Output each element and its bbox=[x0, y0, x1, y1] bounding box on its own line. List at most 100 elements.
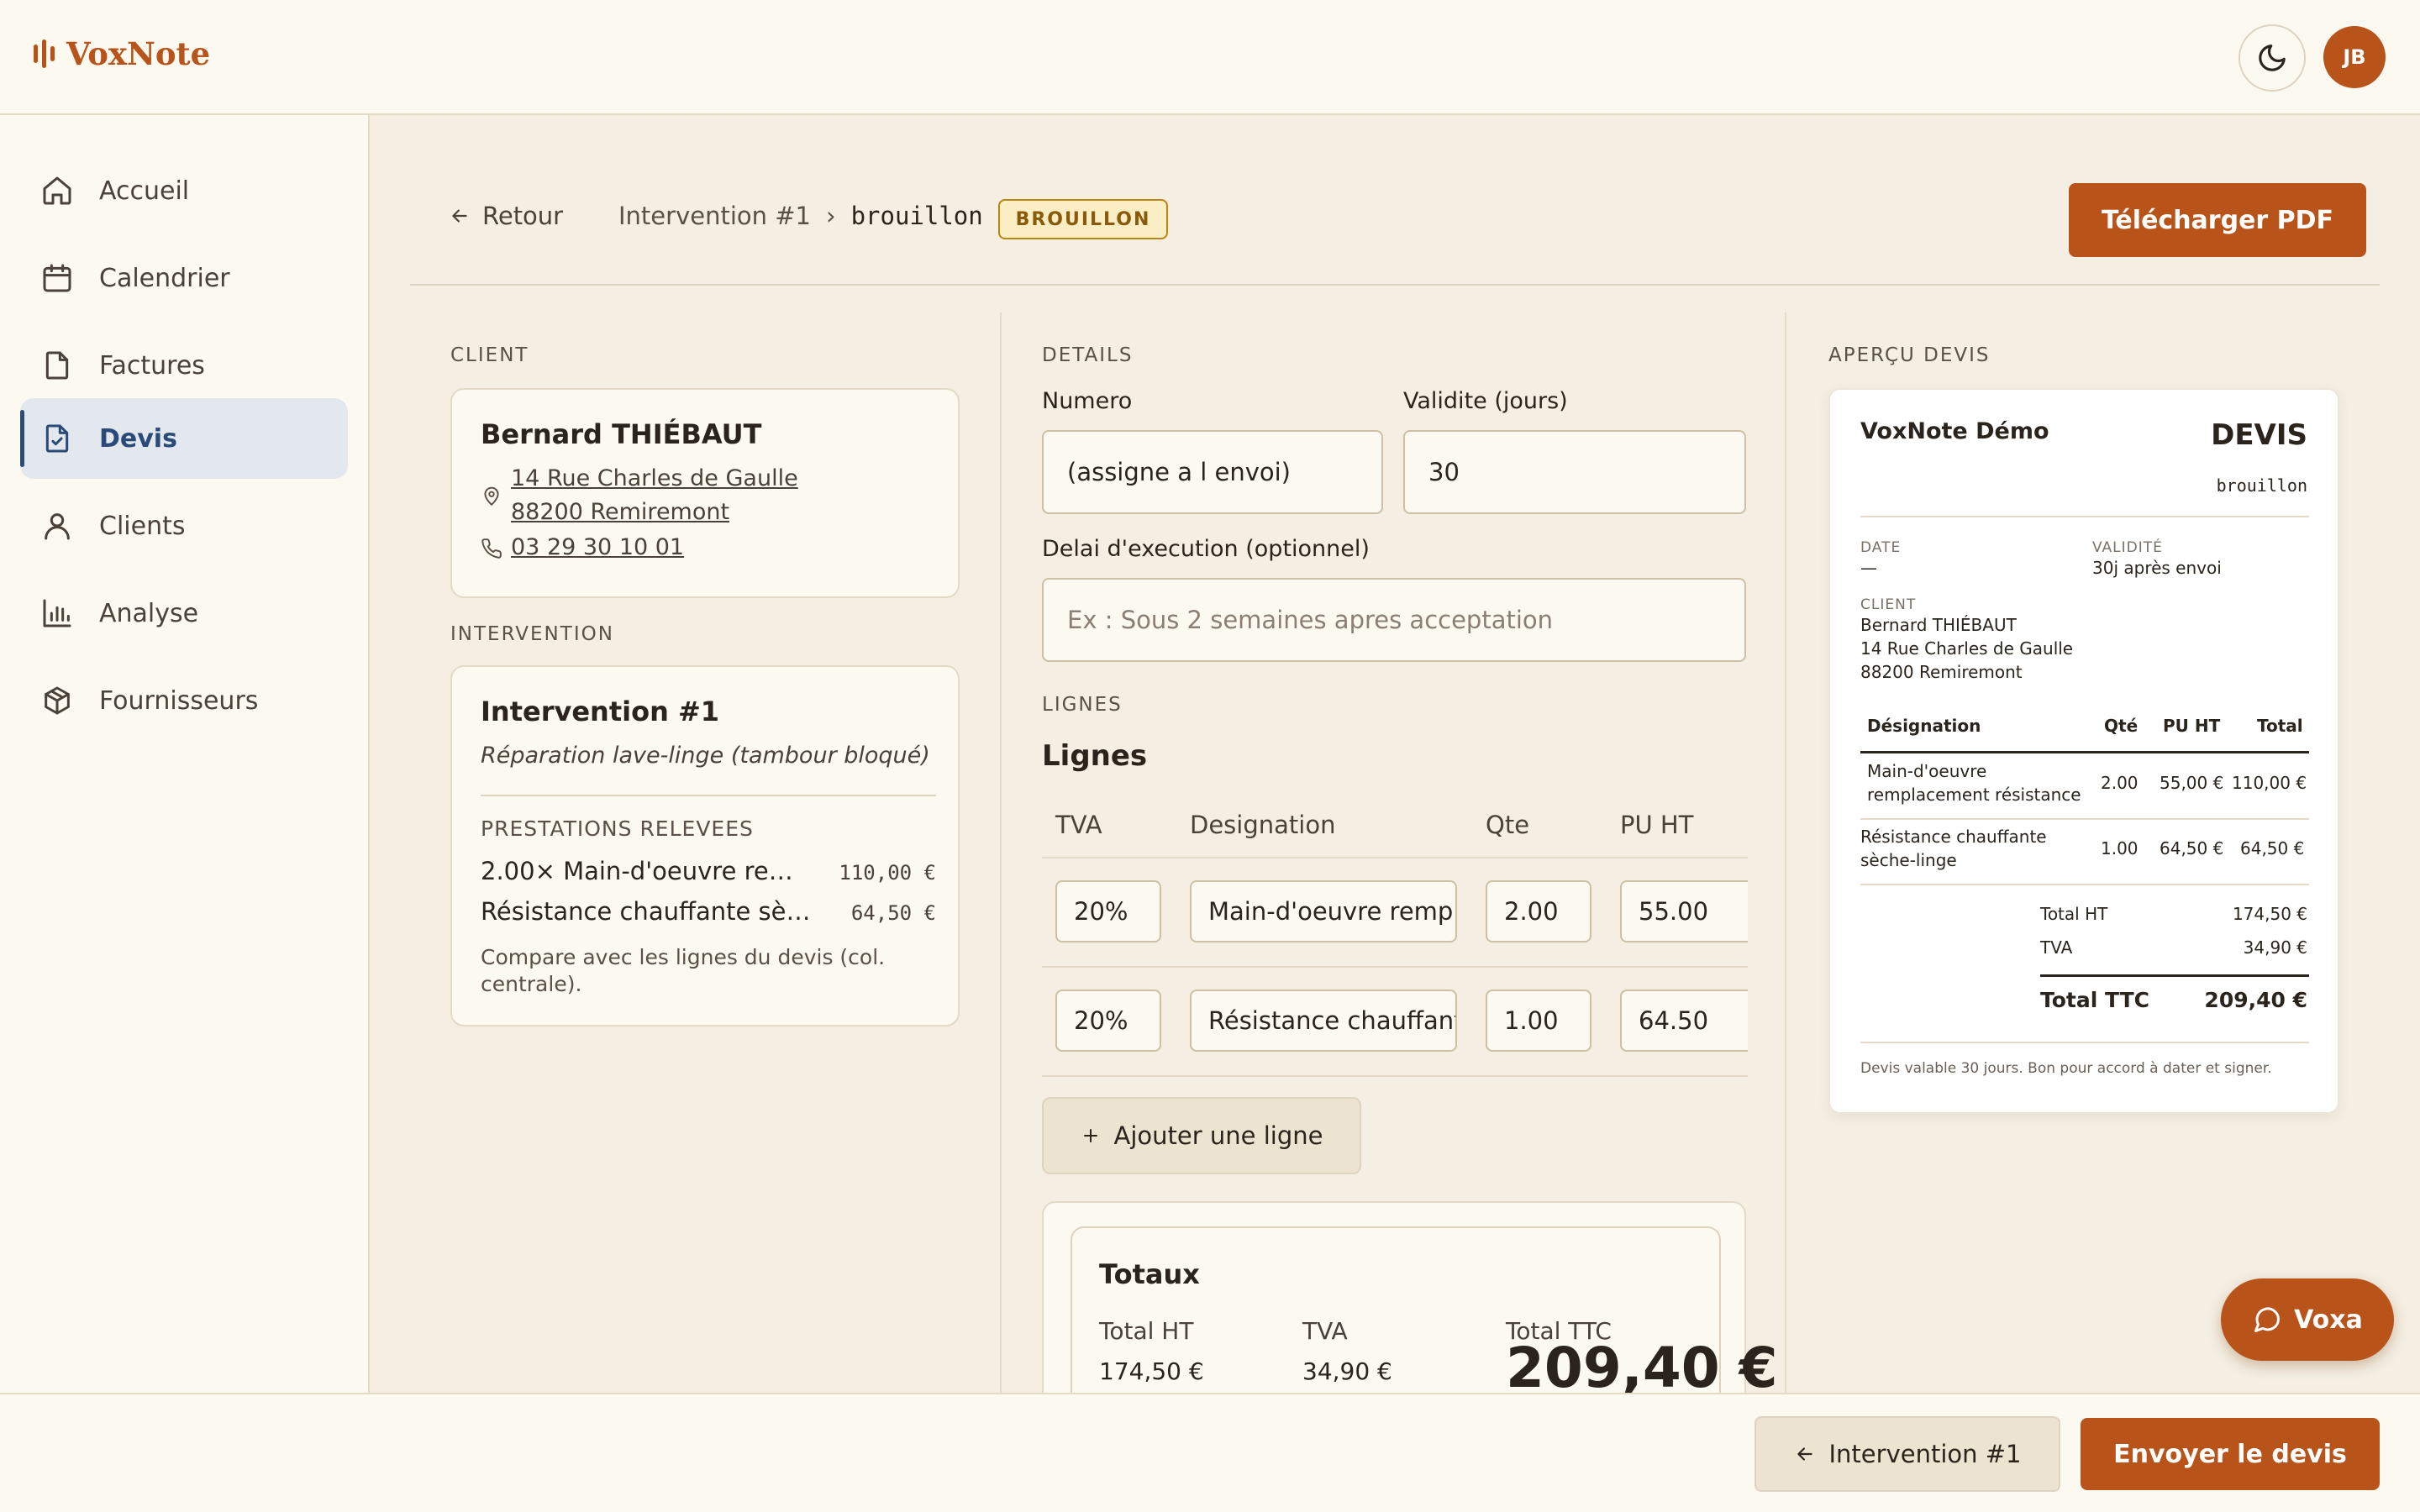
preview-client-address1: 14 Rue Charles de Gaulle bbox=[1860, 638, 2074, 659]
line-tva-select[interactable]: 20% bbox=[1055, 990, 1161, 1052]
line-pu-input[interactable]: 64.50 bbox=[1620, 990, 1748, 1052]
status-badge: BROUILLON bbox=[998, 199, 1168, 239]
sidebar: Accueil Calendrier Factures Devis Client… bbox=[0, 115, 370, 1394]
client-phone[interactable]: 03 29 30 10 01 bbox=[511, 534, 684, 560]
download-pdf-button[interactable]: Télécharger PDF bbox=[2069, 183, 2366, 257]
add-line-label: Ajouter une ligne bbox=[1113, 1121, 1323, 1150]
preview-total-ht-label: Total HT bbox=[2040, 904, 2108, 924]
column-header-tva: TVA bbox=[1055, 811, 1102, 839]
numero-field[interactable]: (assigne a l envoi) bbox=[1042, 430, 1383, 514]
preview-total-ht-value: 174,50 € bbox=[2232, 904, 2307, 924]
send-quote-button[interactable]: Envoyer le devis bbox=[2081, 1418, 2380, 1490]
sidebar-item-devis[interactable]: Devis bbox=[20, 398, 348, 479]
row-divider bbox=[1042, 966, 1748, 968]
preview-th-pu: PU HT bbox=[2163, 716, 2221, 736]
preview-status: brouillon bbox=[2216, 475, 2307, 496]
arrow-left-icon bbox=[1797, 1447, 1812, 1461]
plus-icon bbox=[1083, 1129, 1097, 1142]
row-divider bbox=[1042, 857, 1748, 858]
preview-row-designation-1: Main-d'oeuvre bbox=[1867, 761, 1987, 781]
chat-bubble-icon bbox=[2254, 1307, 2281, 1332]
arrow-left-icon bbox=[452, 209, 467, 223]
delai-field[interactable]: Ex : Sous 2 semaines apres acceptation bbox=[1042, 578, 1746, 662]
sidebar-item-accueil[interactable]: Accueil bbox=[20, 150, 348, 231]
line-qte-input[interactable]: 2.00 bbox=[1486, 880, 1591, 942]
intervention-section-label: INTERVENTION bbox=[450, 623, 614, 645]
validite-field[interactable]: 30 bbox=[1403, 430, 1746, 514]
preview-company: VoxNote Démo bbox=[1860, 418, 2049, 444]
sidebar-item-analyse[interactable]: Analyse bbox=[20, 573, 348, 654]
quote-preview: VoxNote Démo DEVIS brouillon DATE — VALI… bbox=[1828, 388, 2339, 1114]
intervention-title: Intervention #1 bbox=[481, 696, 720, 727]
back-label: Retour bbox=[482, 202, 564, 230]
preview-tva-value: 34,90 € bbox=[2243, 937, 2307, 958]
preview-row-designation-2: sèche-linge bbox=[1860, 850, 1957, 870]
preview-doc-type: DEVIS bbox=[2211, 418, 2307, 452]
client-address-line2[interactable]: 88200 Remiremont bbox=[511, 499, 729, 525]
lines-title: Lignes bbox=[1042, 739, 1148, 773]
sidebar-item-fournisseurs[interactable]: Fournisseurs bbox=[20, 660, 348, 741]
sidebar-item-factures[interactable]: Factures bbox=[20, 325, 348, 406]
add-line-button[interactable]: Ajouter une ligne bbox=[1042, 1097, 1361, 1174]
divider bbox=[1860, 1042, 2309, 1043]
client-name: Bernard THIÉBAUT bbox=[481, 418, 762, 450]
voxa-label: Voxa bbox=[2294, 1305, 2363, 1335]
breadcrumb: Intervention #1 › brouillon bbox=[618, 202, 983, 230]
line-pu-input[interactable]: 55.00 bbox=[1620, 880, 1748, 942]
line-designation-input[interactable]: Résistance chauffante sèche-linge bbox=[1190, 990, 1457, 1052]
sidebar-item-label: Fournisseurs bbox=[99, 685, 259, 716]
tva-label: TVA bbox=[1302, 1317, 1348, 1345]
numero-label: Numero bbox=[1042, 388, 1133, 414]
back-link[interactable]: Retour bbox=[449, 202, 563, 230]
app-logo[interactable]: VoxNote bbox=[34, 35, 210, 72]
divider bbox=[1860, 516, 2309, 517]
user-avatar[interactable]: JB bbox=[2323, 26, 2386, 88]
line-designation-input[interactable]: Main-d'oeuvre remplacement résistance bbox=[1190, 880, 1457, 942]
breadcrumb-current: brouillon bbox=[850, 202, 983, 230]
sidebar-item-label: Clients bbox=[99, 511, 186, 541]
details-section-label: DETAILS bbox=[1042, 344, 1134, 366]
column-divider bbox=[1785, 312, 1786, 1394]
total-ht-label: Total HT bbox=[1099, 1317, 1194, 1345]
breadcrumb-parent[interactable]: Intervention #1 bbox=[618, 202, 811, 230]
prestation-price: 64,50 € bbox=[850, 901, 936, 925]
voxa-chat-button[interactable]: Voxa bbox=[2221, 1278, 2394, 1361]
preview-footer-note: Devis valable 30 jours. Bon pour accord … bbox=[1860, 1060, 2272, 1077]
row-divider bbox=[1042, 1075, 1748, 1077]
top-bar: VoxNote JB bbox=[0, 0, 2420, 115]
prestation-price: 110,00 € bbox=[839, 861, 936, 885]
sidebar-item-calendrier[interactable]: Calendrier bbox=[20, 238, 348, 318]
package-icon bbox=[45, 686, 70, 715]
line-qte-input[interactable]: 1.00 bbox=[1486, 990, 1591, 1052]
line-tva-select[interactable]: 20% bbox=[1055, 880, 1161, 942]
client-address-line1[interactable]: 14 Rue Charles de Gaulle bbox=[511, 465, 798, 491]
divider bbox=[481, 795, 936, 796]
preview-row-pu: 64,50 € bbox=[2160, 838, 2224, 858]
preview-th-qte: Qté bbox=[2104, 716, 2139, 736]
delai-label: Delai d'execution (optionnel) bbox=[1042, 536, 1370, 562]
sidebar-item-clients[interactable]: Clients bbox=[20, 486, 348, 566]
preview-validite-value: 30j après envoi bbox=[2092, 558, 2222, 578]
app-name: VoxNote bbox=[66, 35, 211, 72]
prestation-description: Résistance chauffante sèche-linge bbox=[481, 897, 817, 926]
theme-toggle-button[interactable] bbox=[2238, 24, 2306, 92]
preview-row-total: 64,50 € bbox=[2240, 838, 2305, 858]
intervention-note: Compare avec les lignes du devis (col. c… bbox=[481, 945, 886, 996]
prestation-description: 2.00× Main-d'oeuvre remplacement résista… bbox=[481, 857, 817, 885]
divider bbox=[2040, 974, 2309, 977]
file-check-icon bbox=[45, 424, 69, 453]
preview-row-qte: 2.00 bbox=[2101, 773, 2139, 793]
preview-client-label: CLIENT bbox=[1860, 596, 1917, 613]
column-divider bbox=[1000, 312, 1002, 1394]
preview-client-name: Bernard THIÉBAUT bbox=[1860, 615, 2017, 635]
user-icon bbox=[45, 513, 70, 540]
preview-row-total: 110,00 € bbox=[2232, 773, 2307, 793]
divider bbox=[1860, 818, 2309, 820]
divider bbox=[1860, 751, 2309, 753]
preview-th-designation: Désignation bbox=[1867, 716, 1981, 736]
preview-client-address2: 88200 Remiremont bbox=[1860, 662, 2023, 682]
moon-icon bbox=[2259, 45, 2286, 71]
sidebar-item-label: Analyse bbox=[99, 598, 199, 628]
previous-intervention-button[interactable]: Intervention #1 bbox=[1754, 1416, 2060, 1492]
column-header-designation: Designation bbox=[1190, 811, 1336, 839]
